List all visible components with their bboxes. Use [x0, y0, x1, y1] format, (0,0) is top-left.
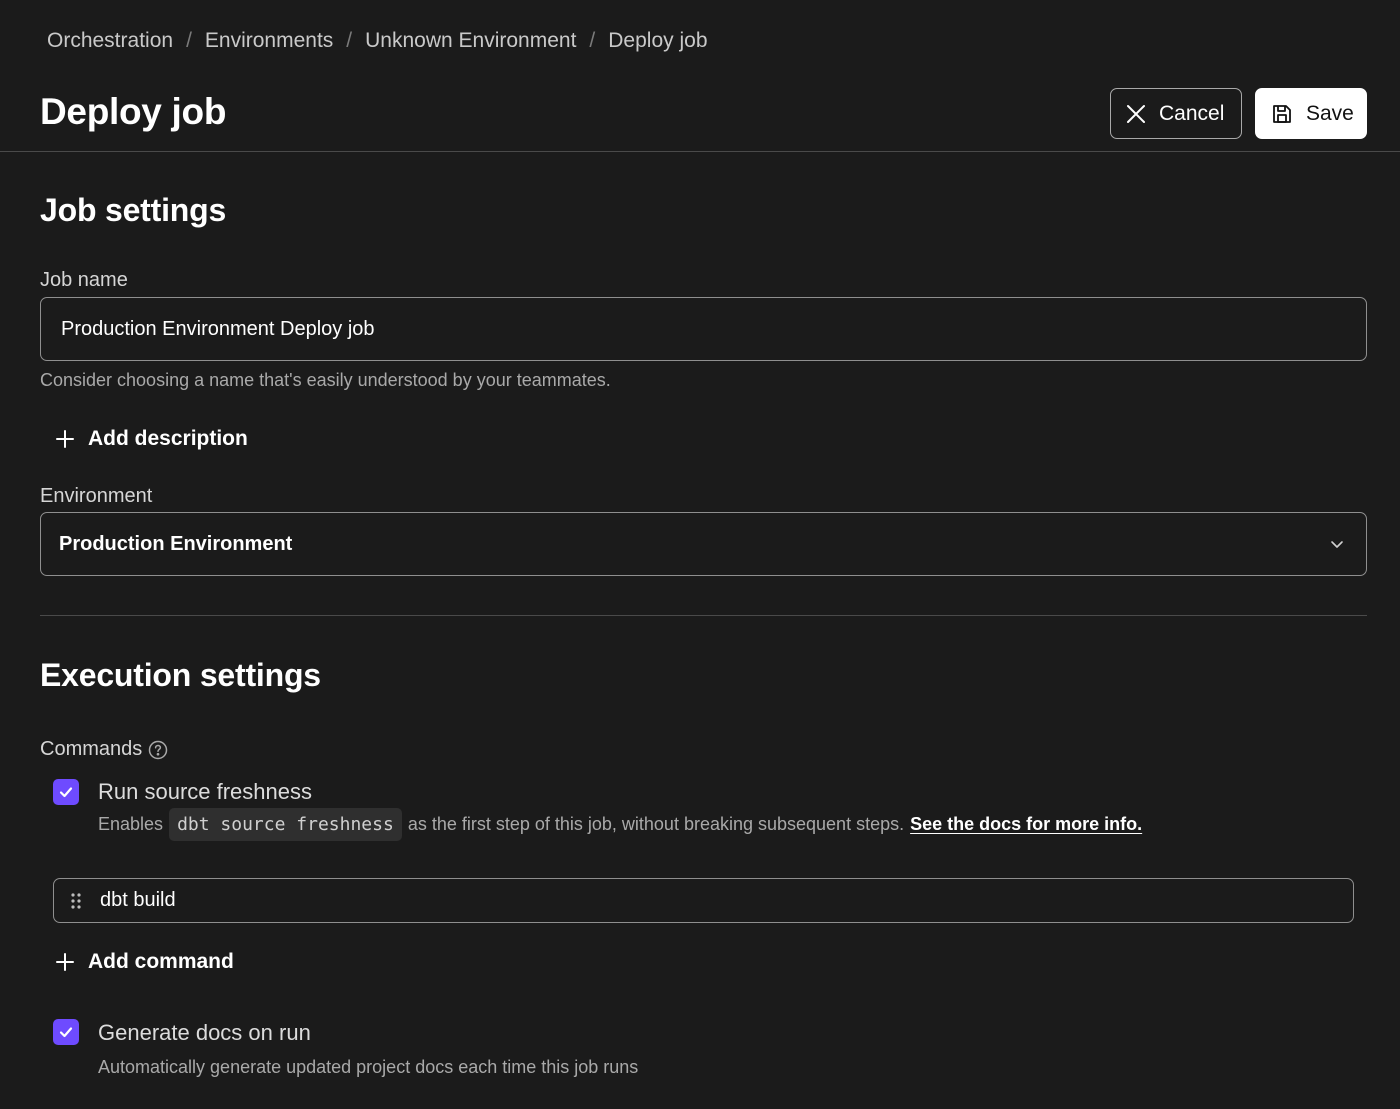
add-description-button[interactable]: Add description [54, 427, 248, 451]
breadcrumb-item-deploy-job: Deploy job [608, 29, 708, 52]
environment-label: Environment [40, 485, 153, 507]
close-icon [1125, 103, 1147, 125]
header-divider [0, 151, 1400, 152]
breadcrumb: Orchestration / Environments / Unknown E… [47, 29, 708, 53]
job-name-input[interactable] [40, 297, 1367, 361]
breadcrumb-separator: / [346, 29, 353, 52]
help-circle-icon[interactable] [148, 740, 168, 760]
add-description-label: Add description [88, 427, 248, 450]
cancel-button[interactable]: Cancel [1110, 88, 1242, 139]
description-suffix: as the first step of this job, without b… [407, 814, 905, 834]
generate-docs-description: Automatically generate updated project d… [98, 1057, 639, 1077]
plus-icon [54, 951, 76, 973]
job-name-hint: Consider choosing a name that's easily u… [40, 370, 611, 390]
page-title: Deploy job [40, 91, 227, 132]
generate-docs-title: Generate docs on run [98, 1020, 311, 1045]
docs-link[interactable]: See the docs for more info. [910, 814, 1142, 835]
chevron-down-icon [1330, 537, 1344, 551]
job-settings-title: Job settings [40, 192, 227, 228]
breadcrumb-item-environments[interactable]: Environments [205, 29, 333, 53]
run-source-freshness-description: Enables dbt source freshness as the firs… [98, 808, 1142, 841]
description-prefix: Enables [98, 814, 164, 834]
plus-icon [54, 428, 76, 450]
add-command-button[interactable]: Add command [54, 950, 234, 974]
save-button[interactable]: Save [1255, 88, 1367, 139]
command-row[interactable]: dbt build [53, 878, 1354, 923]
run-source-freshness-title: Run source freshness [98, 779, 312, 804]
breadcrumb-item-orchestration[interactable]: Orchestration [47, 29, 173, 53]
breadcrumb-separator: / [589, 29, 596, 52]
drag-handle-icon[interactable] [70, 892, 82, 910]
check-icon [58, 784, 74, 800]
check-icon [58, 1024, 74, 1040]
environment-select-value: Production Environment [59, 532, 293, 555]
command-text: dbt build [100, 889, 176, 911]
section-divider [40, 615, 1367, 616]
generate-docs-checkbox[interactable] [53, 1019, 79, 1045]
commands-label-row: Commands [40, 738, 168, 761]
run-source-freshness-checkbox[interactable] [53, 779, 79, 805]
add-command-label: Add command [88, 950, 234, 973]
execution-settings-title: Execution settings [40, 657, 321, 693]
code-snippet: dbt source freshness [169, 808, 402, 841]
commands-label: Commands [40, 738, 143, 760]
save-icon [1271, 103, 1293, 125]
cancel-button-label: Cancel [1159, 101, 1225, 125]
job-name-label: Job name [40, 269, 128, 291]
breadcrumb-item-unknown-environment[interactable]: Unknown Environment [365, 29, 576, 53]
breadcrumb-separator: / [186, 29, 192, 52]
save-button-label: Save [1306, 101, 1354, 125]
environment-select[interactable]: Production Environment [40, 512, 1367, 576]
